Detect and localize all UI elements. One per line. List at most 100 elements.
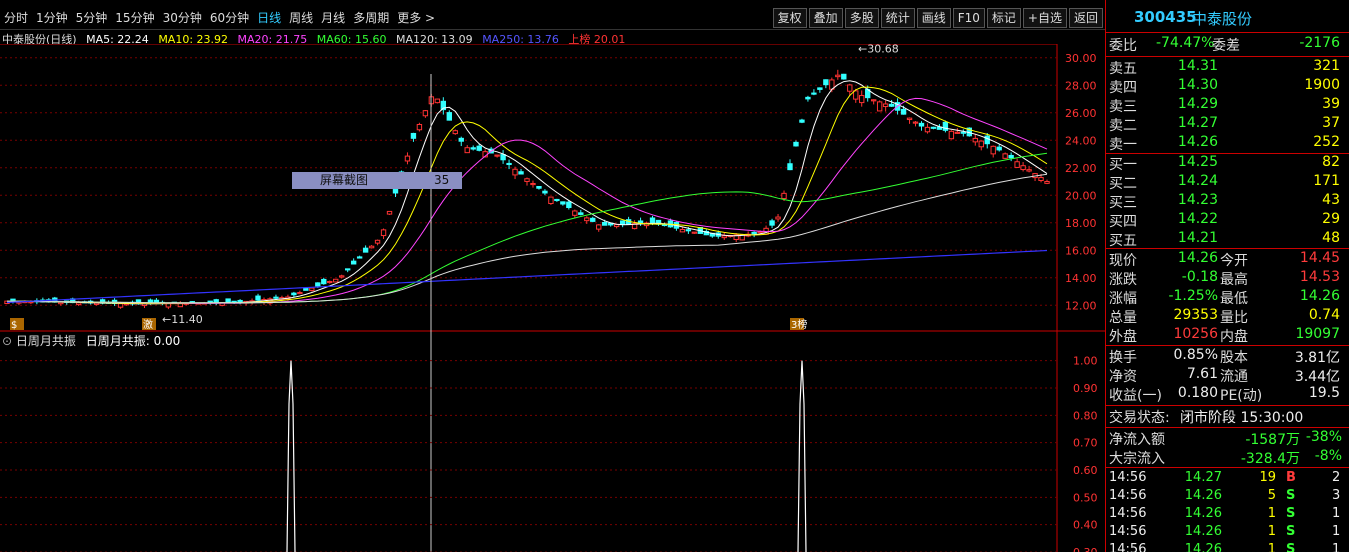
- candle-body: [512, 168, 518, 176]
- buy-volume: 43: [1322, 192, 1340, 208]
- flow-percent: -8%: [1314, 448, 1342, 464]
- candle-body: [1008, 154, 1014, 159]
- period-tab-10[interactable]: 更多 >: [397, 9, 435, 26]
- candle-body: [1020, 165, 1026, 171]
- period-tab-2[interactable]: 5分钟: [76, 9, 108, 26]
- tick-price: 14.26: [1184, 524, 1222, 539]
- stat-label: 今开: [1220, 253, 1248, 269]
- candle-body: [775, 216, 781, 220]
- indicator-toggle-icon[interactable]: ⊙: [2, 334, 12, 348]
- sell-price: 14.29: [1177, 96, 1218, 112]
- candle-body: [494, 154, 500, 157]
- candle-body: [572, 210, 578, 216]
- candle-body: [954, 131, 961, 134]
- sell-label: 卖五: [1109, 61, 1137, 77]
- price-tick-label: 24.00: [1065, 134, 1097, 147]
- candle-body: [906, 117, 913, 121]
- period-tab-5[interactable]: 60分钟: [210, 9, 249, 26]
- period-tab-9[interactable]: 多周期: [353, 9, 389, 26]
- ma60-line: [6, 152, 1048, 304]
- candle-body: [793, 141, 799, 147]
- candle-body: [524, 178, 530, 182]
- candle-body: [996, 146, 1002, 151]
- tick-count: 2: [1332, 470, 1341, 485]
- resonance-spike: [286, 360, 296, 552]
- fundamental-row: 换手 0.85% 股本 3.81亿: [1106, 347, 1349, 366]
- tool-button-3[interactable]: 统计: [880, 8, 915, 28]
- candle-body: [799, 119, 805, 123]
- fundamental-row: 净资 7.61 流通 3.44亿: [1106, 366, 1349, 385]
- tool-button-6[interactable]: 标记: [986, 8, 1021, 28]
- event-tag-label: 3榜: [791, 318, 807, 331]
- flow-row: 净流入额 -1587万 -38%: [1106, 429, 1349, 448]
- candle-body: [452, 130, 458, 135]
- stat-value: 29353: [1173, 307, 1218, 323]
- candle-body: [835, 74, 841, 78]
- tool-button-7[interactable]: +自选: [1022, 8, 1067, 28]
- period-tab-7[interactable]: 周线: [289, 9, 313, 26]
- stat-label: 涨幅: [1109, 291, 1137, 307]
- tool-button-0[interactable]: 复权: [772, 8, 807, 28]
- candle-body: [500, 154, 506, 161]
- buy-label: 买二: [1109, 176, 1137, 192]
- candle-body: [990, 145, 996, 155]
- period-tab-8[interactable]: 月线: [321, 9, 345, 26]
- price-chart[interactable]: 30.00 28.00 26.00 24.00 22.00 20.00 18.00 16.00…: [0, 44, 1105, 552]
- stat-row: 外盘 10256 内盘 19097: [1106, 326, 1349, 345]
- candle-body: [613, 224, 620, 228]
- fundamental-value: 3.81亿: [1294, 350, 1340, 366]
- sell-label: 卖二: [1109, 118, 1137, 134]
- candle-body: [972, 137, 978, 143]
- tick-time: 14:56: [1109, 506, 1147, 521]
- candle-body: [942, 121, 949, 131]
- fundamental-value: 0.180: [1177, 385, 1218, 401]
- indicator-tick-label: 0.60: [1073, 464, 1098, 477]
- candle-body: [578, 212, 584, 215]
- tool-button-1[interactable]: 叠加: [808, 8, 843, 28]
- indicator-title: ⊙ 日周月共振 日周月共振: 0.00: [2, 332, 180, 349]
- tick-side: S: [1286, 488, 1296, 503]
- price-tick-label: 12.00: [1065, 299, 1097, 312]
- candle-body: [333, 278, 339, 283]
- candle-body: [76, 302, 82, 305]
- candle-body: [924, 126, 931, 133]
- status-value: 闭市阶段 15:30:00: [1180, 410, 1304, 426]
- tool-button-2[interactable]: 多股: [844, 8, 879, 28]
- candle-body: [870, 99, 877, 102]
- stat-label: 最高: [1220, 272, 1248, 288]
- period-tab-4[interactable]: 30分钟: [163, 9, 202, 26]
- buy-level: 买四 14.22 29: [1106, 211, 1349, 230]
- status-label: 交易状态:: [1109, 410, 1170, 426]
- candle-body: [888, 103, 895, 107]
- candle-body: [787, 163, 793, 171]
- candle-body: [434, 98, 441, 104]
- candle-body: [685, 229, 692, 232]
- candle-body: [649, 217, 656, 224]
- sell-volume: 37: [1322, 115, 1340, 131]
- price-tick-label: 20.00: [1065, 189, 1097, 202]
- candle-body: [309, 287, 315, 291]
- tool-button-4[interactable]: 画线: [916, 8, 951, 28]
- candle-body: [1026, 169, 1032, 172]
- candle-body: [530, 182, 536, 186]
- sell-label: 卖一: [1109, 137, 1137, 153]
- candle-body: [721, 235, 727, 239]
- tool-button-8[interactable]: 返回: [1068, 8, 1103, 28]
- candle-body: [344, 268, 351, 271]
- buy-volume: 82: [1322, 154, 1340, 170]
- candle-body: [560, 201, 566, 205]
- buy-price: 14.22: [1177, 211, 1218, 227]
- candle-body: [548, 196, 554, 204]
- period-tab-6[interactable]: 日线: [257, 9, 281, 26]
- period-tab-1[interactable]: 1分钟: [36, 9, 68, 26]
- candle-body: [273, 296, 279, 299]
- period-tabs: 分时 1分钟 5分钟 15分钟 30分钟 60分钟 日线 周线 月线 多周期 更多 >: [4, 9, 443, 26]
- period-tab-0[interactable]: 分时: [4, 9, 28, 26]
- tick-time: 14:56: [1109, 488, 1147, 503]
- candle-body: [213, 299, 219, 304]
- tool-button-5[interactable]: F10: [952, 8, 985, 28]
- candle-body: [225, 298, 231, 304]
- candle-body: [823, 79, 829, 86]
- indicator-value: 日周月共振: 0.00: [85, 334, 181, 348]
- period-tab-3[interactable]: 15分钟: [115, 9, 154, 26]
